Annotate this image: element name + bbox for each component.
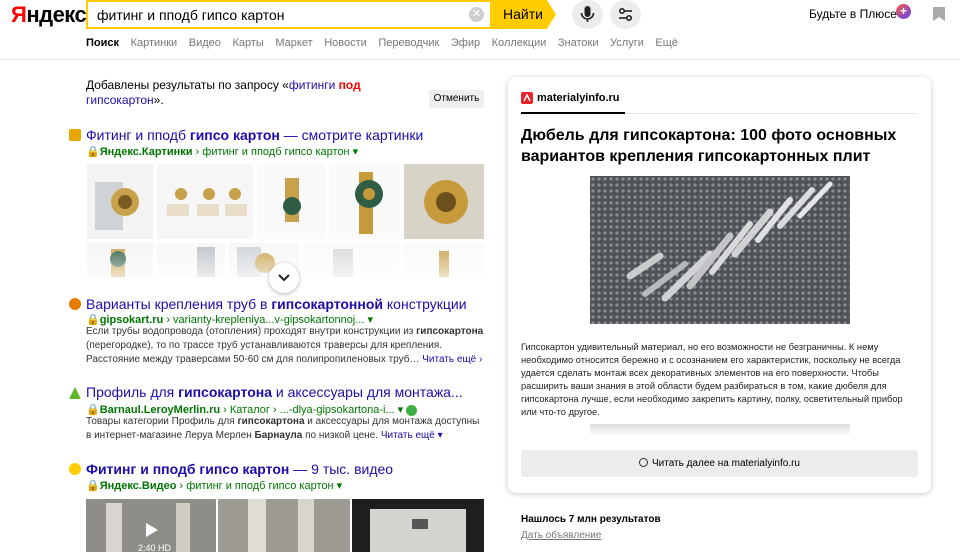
bookmark-icon[interactable] xyxy=(932,6,946,22)
result-video-url[interactable]: 🔒Яндекс.Видео › фитинг и пподб гипсо кар… xyxy=(86,479,342,492)
tab-ether[interactable]: Эфир xyxy=(451,37,480,49)
tab-images[interactable]: Картинки xyxy=(131,37,178,49)
result-gipsokart-snippet: Если трубы водопровода (отопления) прохо… xyxy=(86,326,484,365)
plus-badge-icon[interactable]: + xyxy=(896,4,911,19)
image-thumbnail[interactable] xyxy=(156,163,254,240)
video-thumbnail[interactable] xyxy=(218,499,350,552)
tab-translate[interactable]: Переводчик xyxy=(378,37,439,49)
find-button[interactable]: Найти xyxy=(490,0,556,29)
lock-icon: 🔒 xyxy=(86,480,100,492)
tab-services[interactable]: Услуги xyxy=(610,37,644,49)
verified-shop-icon xyxy=(406,404,418,416)
result-video-title[interactable]: Фитинг и пподб гипсо картон — 9 тыс. вид… xyxy=(86,461,393,477)
result-gipsokart-title[interactable]: Варианты крепления труб в гипсокартонной… xyxy=(86,296,467,312)
search-input[interactable]: фитинг и пподб гипсо картон xyxy=(97,7,285,23)
card-image[interactable] xyxy=(590,176,850,324)
image-thumbnail[interactable] xyxy=(256,163,326,240)
header: Яндекс фитинг и пподб гипсо картон ✕ Най… xyxy=(0,0,960,60)
advertise-link[interactable]: Дать объявление xyxy=(521,530,601,541)
tab-market[interactable]: Маркет xyxy=(275,37,312,49)
tab-more[interactable]: Ещё xyxy=(655,37,678,49)
plus-link[interactable]: Будьте в Плюсе xyxy=(809,7,897,21)
card-description: Гипсокартон удивительный материал, но ег… xyxy=(521,342,903,417)
entity-card: materialyinfo.ru Дюбель для гипсокартона… xyxy=(508,77,931,493)
leroymerlin-favicon xyxy=(69,387,81,399)
video-thumbnail[interactable] xyxy=(352,499,484,552)
tab-collections[interactable]: Коллекции xyxy=(492,37,547,49)
read-more-button[interactable]: Читать далее на materialyinfo.ru xyxy=(521,450,918,477)
chevron-down-icon xyxy=(278,274,290,282)
results-count: Нашлось 7 млн результатов xyxy=(521,514,661,525)
cancel-correction-button[interactable]: Отменить xyxy=(429,90,484,108)
card-title[interactable]: Дюбель для гипсокартона: 100 фото основн… xyxy=(521,125,921,167)
tab-znatoki[interactable]: Знатоки xyxy=(558,37,599,49)
lock-icon: 🔒 xyxy=(86,146,100,158)
result-images-url[interactable]: 🔒Яндекс.Картинки › фитинг и пподб гипсо … xyxy=(86,145,358,158)
card-tab-underline xyxy=(521,112,625,114)
sliders-icon xyxy=(619,8,632,22)
tab-video[interactable]: Видео xyxy=(189,37,221,49)
search-box[interactable]: фитинг и пподб гипсо картон ✕ xyxy=(86,0,490,29)
card-image-fade xyxy=(590,424,850,436)
image-thumbnail[interactable] xyxy=(403,163,485,240)
read-more-link[interactable]: Читать ещё › xyxy=(422,354,482,365)
result-leroymerlin-title[interactable]: Профиль для гипсокартона и аксессуары дл… xyxy=(86,384,463,400)
image-thumbnail[interactable] xyxy=(328,163,401,240)
search-tabs: Поиск Картинки Видео Карты Маркет Новост… xyxy=(86,37,686,49)
query-correction-notice: Добавлены результаты по запросу «фитинги… xyxy=(86,78,361,107)
result-leroymerlin-snippet: Товары категории Профиль для гипсокартон… xyxy=(86,416,480,441)
gipsokart-favicon xyxy=(69,298,81,310)
tab-maps[interactable]: Карты xyxy=(232,37,263,49)
compass-icon xyxy=(639,458,648,467)
read-more-link[interactable]: Читать ещё ▾ xyxy=(381,430,443,441)
yandex-logo[interactable]: Яндекс xyxy=(11,2,87,28)
clear-search-icon[interactable]: ✕ xyxy=(469,7,484,22)
tab-news[interactable]: Новости xyxy=(324,37,367,49)
tab-search[interactable]: Поиск xyxy=(86,37,119,49)
images-icon xyxy=(69,129,81,141)
video-duration: 2:40 HD xyxy=(138,543,172,552)
image-thumbnail[interactable] xyxy=(86,163,154,240)
video-play-icon xyxy=(69,463,81,475)
expand-images-button[interactable] xyxy=(269,263,299,293)
voice-search-button[interactable] xyxy=(572,0,603,29)
search-settings-button[interactable] xyxy=(610,0,641,29)
microphone-icon xyxy=(580,6,595,22)
source-favicon xyxy=(521,92,533,104)
result-images-title[interactable]: Фитинг и пподб гипсо картон — смотрите к… xyxy=(86,127,423,143)
